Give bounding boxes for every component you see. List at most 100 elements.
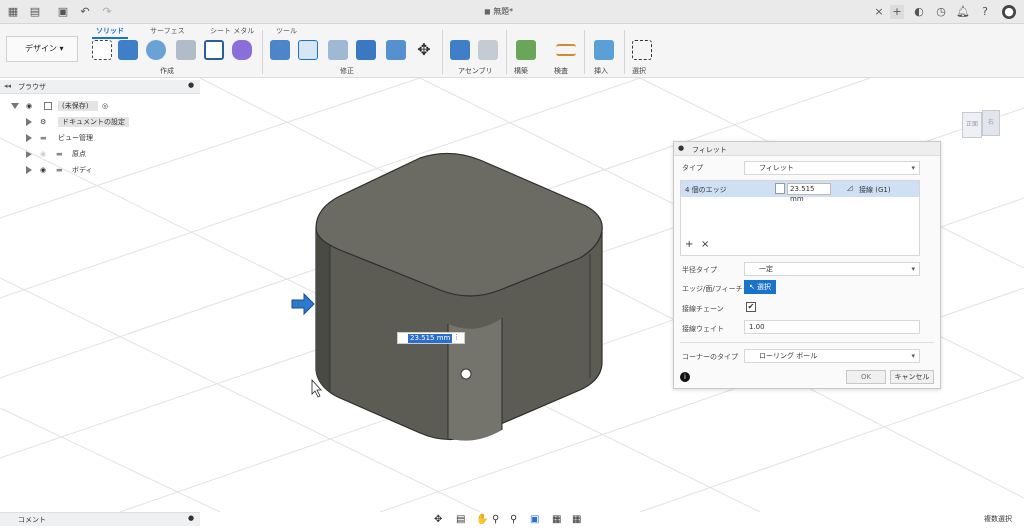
group-select[interactable]: 選択 <box>632 66 646 76</box>
orbit-icon[interactable]: ✥ <box>434 514 442 525</box>
select-button[interactable]: ↖ 選択 <box>744 280 776 294</box>
type-value: フィレット <box>759 164 794 172</box>
group-modify[interactable]: 修正 <box>340 66 354 76</box>
insert-image-icon[interactable] <box>594 40 614 60</box>
pin-icon[interactable]: ● <box>188 514 194 522</box>
group-insert[interactable]: 挿入 <box>594 66 608 76</box>
divider <box>584 30 585 74</box>
workspace-dropdown[interactable]: デザイン ▾ <box>6 36 78 62</box>
avatar[interactable]: ● <box>1002 5 1016 19</box>
dialog-title: フィレット <box>692 146 727 154</box>
corner-type-label: コーナーのタイプ <box>682 353 738 361</box>
divider <box>262 30 263 74</box>
save-icon[interactable]: ▣ <box>56 5 70 19</box>
divider <box>506 30 507 74</box>
type-label: タイプ <box>682 164 703 172</box>
help-icon[interactable]: ? <box>978 5 992 19</box>
revolve-icon[interactable] <box>146 40 166 60</box>
edge-set-row[interactable]: 4 個のエッジ 23.515 mm ◿ 接線 (G1) <box>681 181 919 203</box>
offset-face-icon[interactable] <box>386 40 406 60</box>
radius-type-select[interactable]: 一定 <box>744 262 920 276</box>
group-construct[interactable]: 構築 <box>514 66 528 76</box>
pointer-icon: ↖ <box>748 283 755 291</box>
corner-type-select[interactable]: ローリング ボール <box>744 349 920 363</box>
manipulator-handle-icon[interactable] <box>460 368 472 380</box>
ok-button[interactable]: OK <box>846 370 886 384</box>
workspace-label: デザイン <box>25 44 57 53</box>
more-options-icon[interactable]: ⋮ <box>453 333 460 341</box>
create-sketch-icon[interactable] <box>92 40 112 60</box>
navigation-bar: ✥ ▤ ✋ ⚲ ⚲ ▣ ▦ ▦ <box>434 512 594 528</box>
pattern-icon[interactable] <box>204 40 224 60</box>
cube-icon: ◼ <box>484 7 491 16</box>
viewcube-front-face[interactable]: 正面 <box>962 112 982 138</box>
offset-plane-icon[interactable] <box>516 40 536 60</box>
grid-settings-icon[interactable]: ▦ <box>552 514 561 525</box>
group-inspect[interactable]: 検査 <box>554 66 568 76</box>
edge-set-list: 4 個のエッジ 23.515 mm ◿ 接線 (G1) + × <box>680 180 920 256</box>
group-create[interactable]: 作成 <box>160 66 174 76</box>
radius-dimension-value: 23.515 mm <box>408 334 453 343</box>
group-assemble[interactable]: アセンブリ <box>458 66 493 76</box>
new-tab-icon[interactable]: + <box>890 5 904 19</box>
tangent-chain-checkbox[interactable]: ✔ <box>746 302 756 312</box>
extensions-icon[interactable]: ◐ <box>912 5 926 19</box>
fillet-icon[interactable] <box>298 40 318 60</box>
dialog-collapse-icon[interactable]: ● <box>678 144 684 152</box>
comments-panel[interactable]: コメント ● <box>0 512 200 526</box>
zoom-icon[interactable]: ⚲ <box>492 514 499 525</box>
look-at-icon[interactable]: ▤ <box>456 514 465 525</box>
info-icon[interactable]: i <box>680 372 690 382</box>
fit-icon[interactable]: ⚲ <box>510 514 517 525</box>
chamfer-icon[interactable] <box>328 40 348 60</box>
new-component-icon[interactable] <box>450 40 470 60</box>
divider <box>442 30 443 74</box>
clock-icon[interactable]: ◷ <box>934 5 948 19</box>
remove-icon[interactable]: × <box>701 239 709 250</box>
cancel-button[interactable]: キャンセル <box>890 370 934 384</box>
tab-sheet-metal[interactable]: シート メタル <box>210 26 254 36</box>
type-select[interactable]: フィレット <box>744 161 920 175</box>
tab-solid[interactable]: ソリッド <box>92 26 128 39</box>
apps-grid-icon[interactable]: ▦ <box>6 5 20 19</box>
radius-input[interactable]: 23.515 mm <box>787 183 831 203</box>
continuity-value[interactable]: 接線 (G1) <box>859 185 891 195</box>
file-menu-icon[interactable]: ▤ <box>28 5 42 19</box>
divider <box>624 30 625 74</box>
tangent-icon: ◿ <box>847 184 853 192</box>
notifications-icon[interactable]: 🔔︎ <box>956 5 970 19</box>
viewports-icon[interactable]: ▦ <box>572 514 581 525</box>
move-icon[interactable]: ✥ <box>414 40 434 60</box>
multi-select-label: 複数選択 <box>984 515 1012 523</box>
document-title: 無題* <box>493 7 514 16</box>
hole-icon[interactable] <box>176 40 196 60</box>
solid-body[interactable] <box>315 152 603 441</box>
radius-type-value: 一定 <box>759 265 773 273</box>
form-icon[interactable] <box>232 40 252 60</box>
drag-arrow-icon[interactable] <box>291 292 315 316</box>
redo-icon[interactable]: ↷ <box>100 5 114 19</box>
measure-icon[interactable] <box>556 44 576 56</box>
divider <box>680 342 934 343</box>
pan-icon[interactable]: ✋ <box>476 514 488 525</box>
joint-icon[interactable] <box>478 40 498 60</box>
radius-type-label: 半径タイプ <box>682 266 717 274</box>
tab-tools[interactable]: ツール <box>276 26 297 36</box>
edge-face-label: エッジ/面/フィーチャ <box>682 285 750 293</box>
document-tab[interactable]: ◼ 無題* <box>484 4 513 20</box>
press-pull-icon[interactable] <box>270 40 290 60</box>
select-icon[interactable] <box>632 40 652 60</box>
dialog-header[interactable]: ● フィレット <box>674 142 940 156</box>
close-tab-icon[interactable]: × <box>872 5 886 19</box>
tangent-weight-input[interactable]: 1.00 <box>744 320 920 334</box>
undo-icon[interactable]: ↶ <box>78 5 92 19</box>
tab-surface[interactable]: サーフェス <box>150 26 185 36</box>
add-icon[interactable]: + <box>685 239 693 250</box>
radius-dimension-input[interactable]: 23.515 mm ⋮ <box>397 332 465 344</box>
display-settings-icon[interactable]: ▣ <box>530 514 539 525</box>
extrude-icon[interactable] <box>118 40 138 60</box>
viewcube-right-face[interactable]: 右 <box>982 110 1000 136</box>
combine-icon[interactable] <box>356 40 376 60</box>
viewcube[interactable]: 正面 右 <box>960 100 1004 144</box>
title-bar: ▦ ▤ ▣ ↶ ↷ ◼ 無題* × + ◐ ◷ 🔔︎ ? ● <box>0 0 1024 24</box>
